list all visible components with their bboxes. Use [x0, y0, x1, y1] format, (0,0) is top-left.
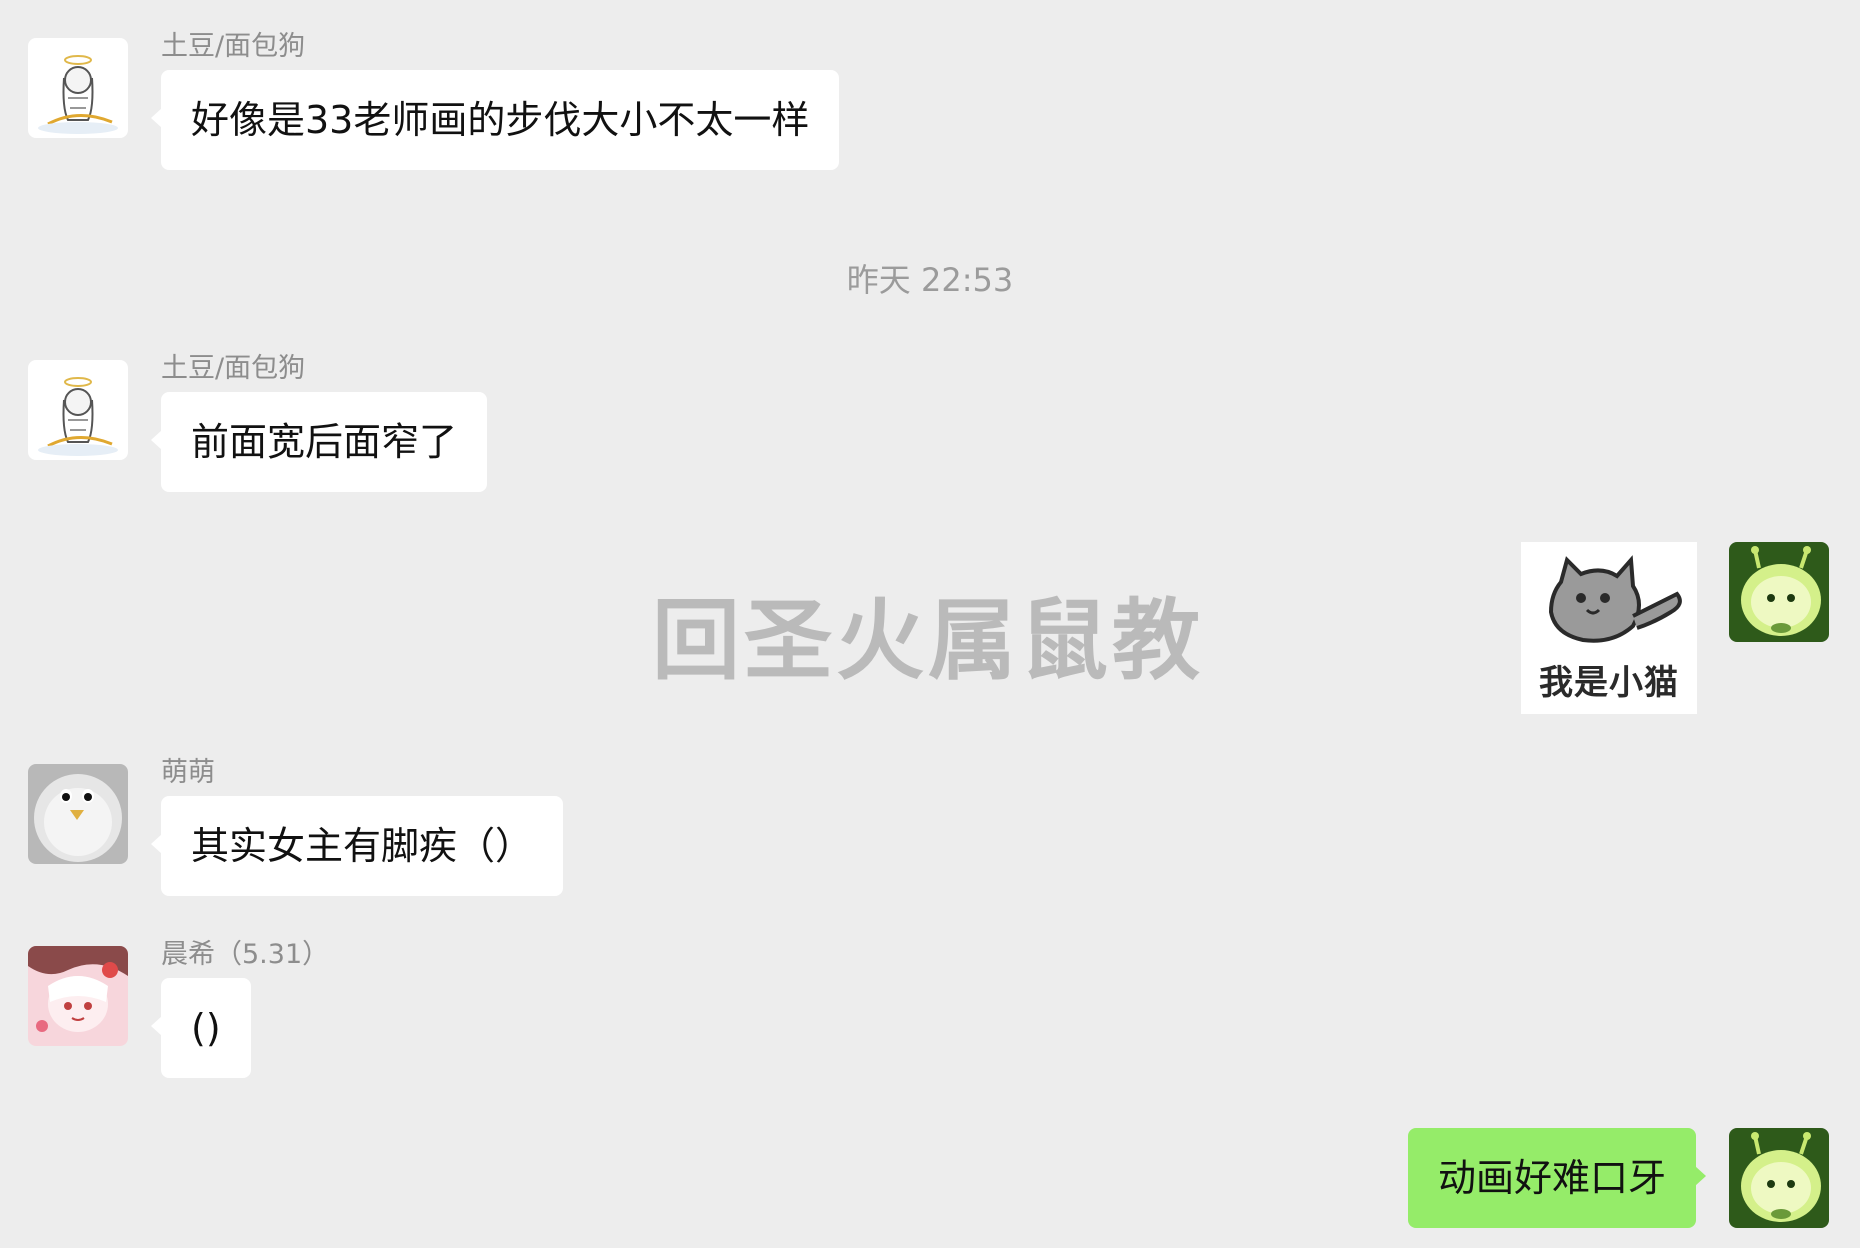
sticker-caption: 我是小猫 — [1539, 663, 1679, 703]
green-creature-avatar-icon — [1729, 1128, 1829, 1228]
message-bubble[interactable]: 前面宽后面窄了 — [150, 392, 488, 492]
avatar[interactable] — [28, 360, 128, 460]
message-bubble[interactable]: 好像是33老师画的步伐大小不太一样 — [150, 70, 840, 170]
sender-name: 晨希（5.31） — [161, 939, 330, 970]
message-bubble[interactable]: () — [151, 978, 251, 1078]
avatar[interactable] — [28, 38, 128, 138]
avatar[interactable] — [28, 946, 128, 1046]
chat-history: 土豆/面包狗 好像是33老师画的步伐大小不太一样 昨天 22:53 土豆/面包狗… — [0, 0, 1860, 1248]
cat-sticker-icon — [1548, 555, 1682, 643]
watermark: 回圣火属鼠教 — [652, 589, 1205, 692]
timestamp: 昨天 22:53 — [846, 261, 1014, 299]
self-message-bubble[interactable]: 动画好难口牙 — [1407, 1128, 1707, 1228]
avatar[interactable] — [28, 764, 128, 864]
angel-sketch-avatar-icon — [28, 38, 128, 138]
sender-name: 土豆/面包狗 — [161, 353, 306, 384]
self-avatar[interactable] — [1729, 1128, 1829, 1228]
sender-name: 土豆/面包狗 — [161, 31, 306, 62]
sender-name: 萌萌 — [161, 757, 215, 788]
green-creature-avatar-icon — [1729, 542, 1829, 642]
fluffy-chick-avatar-icon — [28, 764, 128, 864]
anime-girl-avatar-icon — [28, 946, 128, 1046]
self-avatar[interactable] — [1729, 542, 1829, 642]
sticker-message[interactable]: 我是小猫 — [1521, 542, 1697, 714]
angel-sketch-avatar-icon — [28, 360, 128, 460]
message-bubble[interactable]: 其实女主有脚疾（） — [150, 796, 564, 896]
